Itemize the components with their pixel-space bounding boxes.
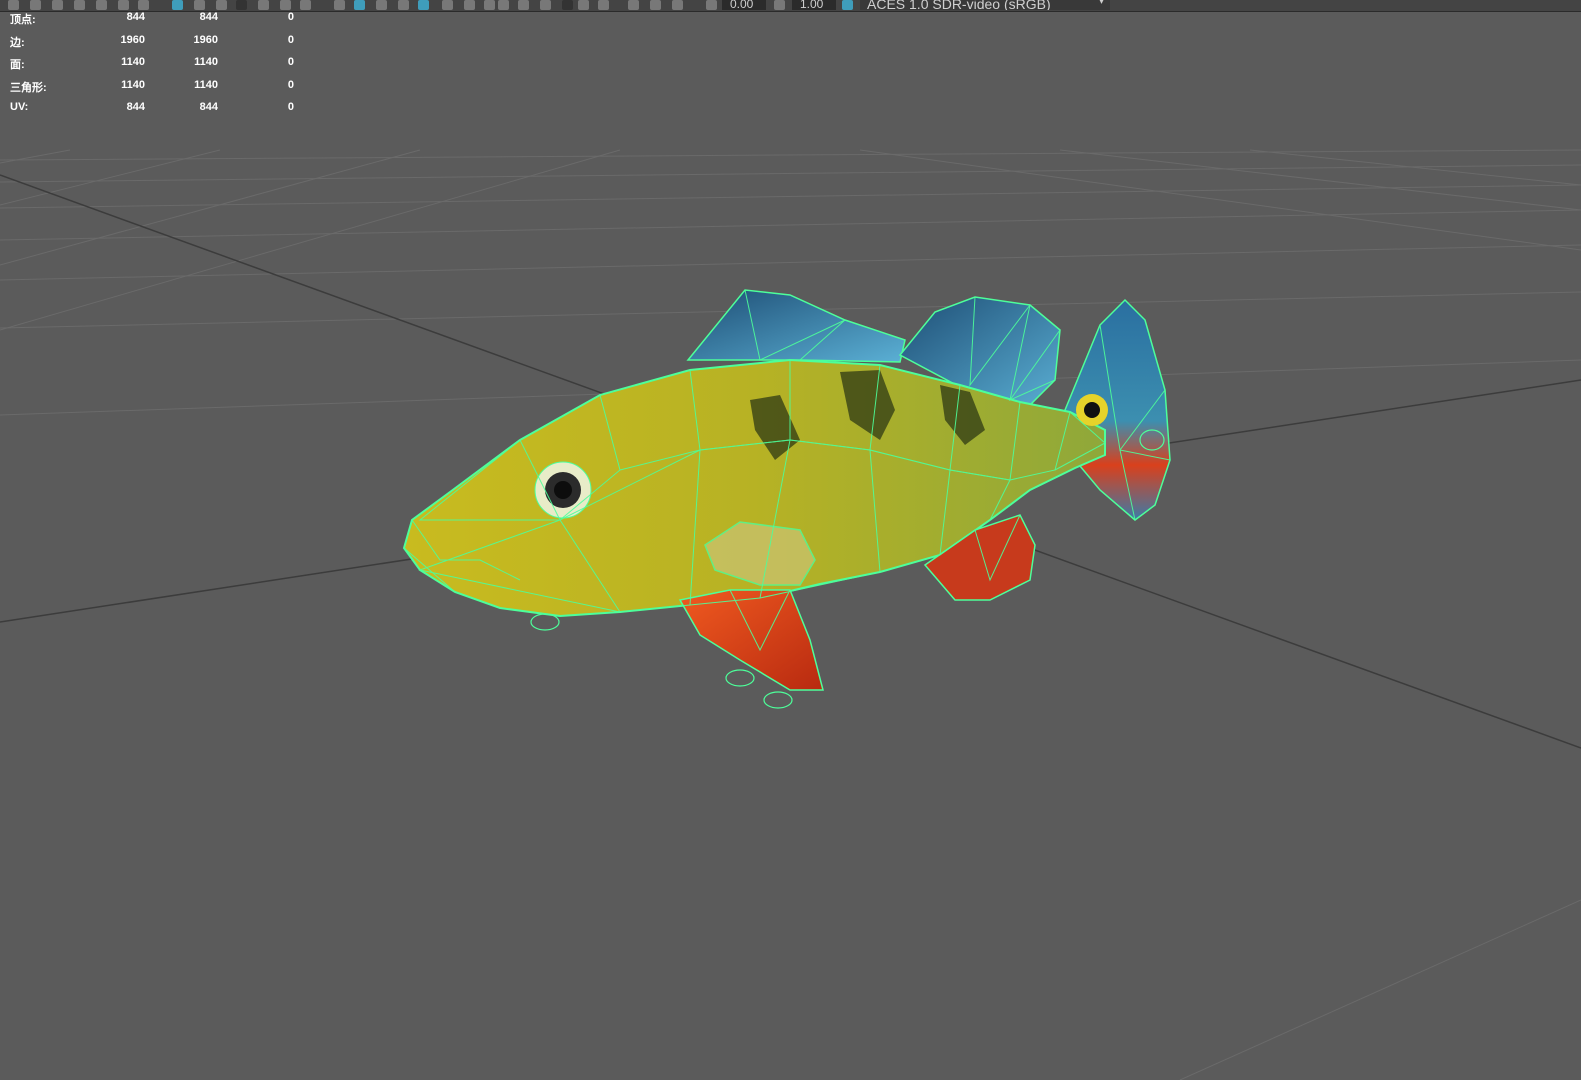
3d-viewport[interactable]	[0, 0, 1581, 1080]
fish-model[interactable]	[402, 289, 1171, 709]
dorsal-fin-front	[686, 289, 906, 363]
eye	[534, 461, 592, 519]
pelvic-fin	[678, 589, 824, 691]
